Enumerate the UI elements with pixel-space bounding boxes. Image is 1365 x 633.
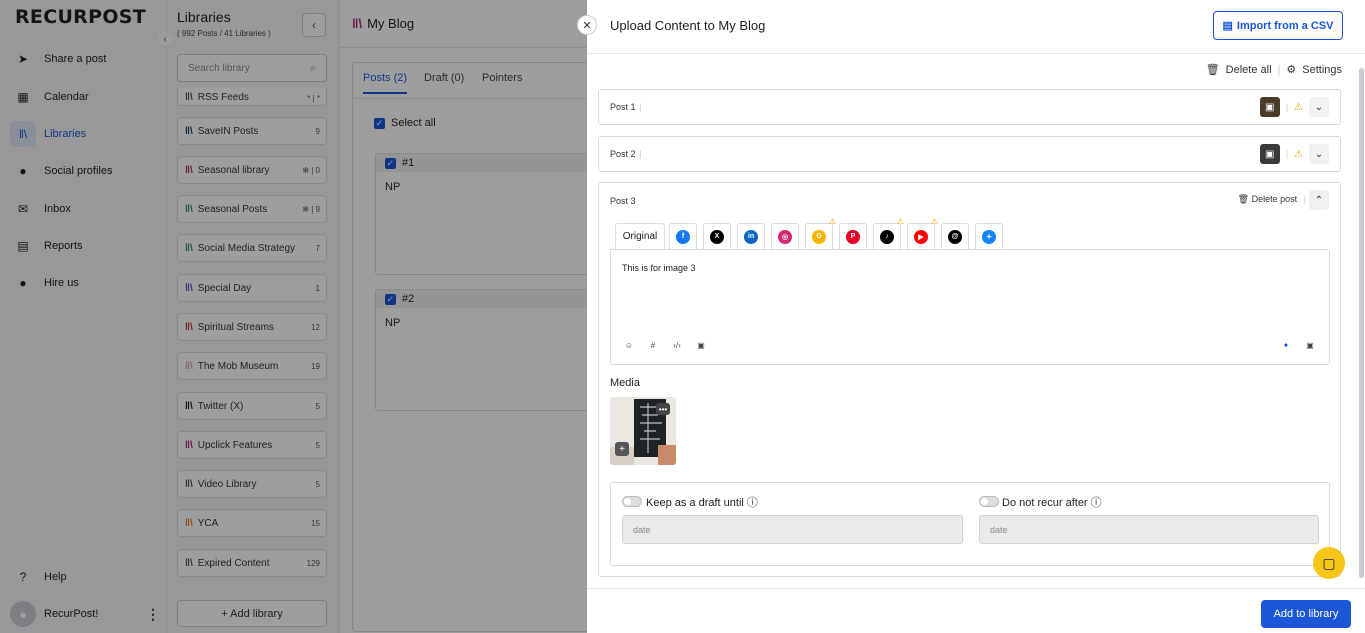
tab-bluesky[interactable]: ✦ <box>975 223 1003 249</box>
gear-icon: ⚙ <box>1286 64 1297 76</box>
post-3-expanded: Post 3 🗑 Delete post | ⌃ Original f Xin ◎ G… <box>598 182 1341 577</box>
post-text[interactable]: This is for image 3 <box>622 263 696 273</box>
add-to-library-button[interactable]: Add to library <box>1261 600 1351 628</box>
close-icon: ✕ <box>582 19 592 32</box>
facebook-icon: f <box>676 229 690 244</box>
info-icon[interactable]: ⓘ <box>1091 497 1102 509</box>
divider: | <box>639 149 642 159</box>
draft-label: Keep as a draft until ⓘ <box>646 494 758 510</box>
code-icon[interactable]: ‹/› <box>670 338 684 352</box>
post-label: Post 1 <box>610 102 636 112</box>
media-label: Media <box>610 377 640 389</box>
delete-post-label: Delete post <box>1251 194 1298 204</box>
image-thumbnail-icon[interactable]: ▣ <box>1259 97 1280 117</box>
close-drawer-button[interactable]: ✕ <box>577 15 597 35</box>
tiktok-icon: ♪ <box>880 229 894 244</box>
bluesky-icon: ✦ <box>982 229 996 244</box>
modal-overlay[interactable] <box>0 0 587 633</box>
recur-date-input[interactable]: date <box>979 515 1319 544</box>
warning-icon[interactable]: ⚠ <box>1294 102 1303 113</box>
tab-tiktok[interactable]: ♪ ⚠ <box>873 217 904 249</box>
chevron-down-icon[interactable]: ⌄ <box>1309 97 1329 117</box>
instagram-icon: ◎ <box>778 229 792 244</box>
drawer-scrollbar[interactable] <box>1359 68 1364 578</box>
trash-icon: 🗑 <box>1237 194 1250 204</box>
divider: | <box>1285 102 1289 112</box>
draft-label-text: Keep as a draft until <box>646 497 744 509</box>
delete-all-button[interactable]: Delete all <box>1226 64 1272 76</box>
draft-date-input[interactable]: date <box>622 515 963 544</box>
google-business-icon: G <box>812 229 826 244</box>
tab-threads[interactable]: @ <box>941 223 969 249</box>
delete-post-button[interactable]: 🗑 Delete post | <box>1238 194 1306 205</box>
info-icon[interactable]: ⓘ <box>747 497 758 509</box>
linkedin-icon: in <box>744 229 758 244</box>
warning-icon: ⚠ <box>896 217 904 226</box>
import-csv-button[interactable]: ▤ Import from a CSV <box>1213 11 1343 40</box>
tab-google-business[interactable]: G ⚠ <box>805 217 836 249</box>
tab-youtube[interactable]: ▶ ⚠ <box>907 217 938 249</box>
threads-icon: @ <box>948 229 962 244</box>
drawer-actions: 🗑 Delete all | ⚙ Settings <box>1205 63 1342 77</box>
divider: | <box>1277 63 1281 76</box>
tab-linkedin[interactable]: in <box>737 223 765 249</box>
warning-icon: ⚠ <box>930 217 938 226</box>
emoji-icon[interactable]: ☺ <box>622 338 636 352</box>
media-library-icon[interactable]: ▣ <box>694 338 708 352</box>
schedule-options: Keep as a draft until ⓘ date Do not recu… <box>610 482 1330 566</box>
post-label: Post 3 <box>610 196 636 206</box>
settings-button[interactable]: Settings <box>1302 64 1342 76</box>
upload-content-drawer: Upload Content to My Blog ▤ Import from … <box>587 0 1365 633</box>
tab-original[interactable]: Original <box>615 223 665 249</box>
recur-label-text: Do not recur after <box>1002 497 1088 509</box>
chevron-down-icon[interactable]: ⌄ <box>1309 144 1329 164</box>
drawer-header-divider <box>587 53 1365 54</box>
post-label: Post 2 <box>610 149 636 159</box>
hashtag-icon[interactable]: # <box>646 338 660 352</box>
drawer-footer-divider <box>587 588 1365 589</box>
divider: | <box>1303 194 1306 204</box>
chat-icon[interactable]: ▢ <box>1313 547 1345 579</box>
warning-icon: ⚠ <box>828 217 836 226</box>
divider: | <box>639 102 642 112</box>
pinterest-icon: P <box>846 229 860 244</box>
divider: | <box>1285 149 1289 159</box>
post-2-collapsed[interactable]: Post 2 | ▣ | ⚠ ⌄ <box>598 136 1341 172</box>
image-thumbnail-icon[interactable]: ▣ <box>1259 144 1280 164</box>
import-csv-label: Import from a CSV <box>1236 19 1334 32</box>
tab-instagram[interactable]: ◎ <box>771 223 799 249</box>
trash-icon: 🗑 <box>1205 64 1220 76</box>
post-1-collapsed[interactable]: Post 1 | ▣ | ⚠ ⌄ <box>598 89 1341 125</box>
warning-icon[interactable]: ⚠ <box>1294 149 1303 160</box>
image-upload-icon[interactable]: ▣ <box>1303 338 1317 352</box>
tab-pinterest[interactable]: P <box>839 223 867 249</box>
more-horizontal-icon[interactable]: ••• <box>656 403 670 415</box>
draft-toggle[interactable] <box>622 496 642 507</box>
tab-facebook[interactable]: f <box>669 223 697 249</box>
add-media-icon[interactable]: + <box>615 442 629 456</box>
file-icon: ▤ <box>1222 20 1233 32</box>
drawer-title: Upload Content to My Blog <box>610 18 766 33</box>
recur-label: Do not recur after ⓘ <box>1002 494 1102 510</box>
post-text-editor[interactable]: This is for image 3 ☺ # ‹/› ▣ ✦ ▣ <box>610 249 1330 365</box>
x-icon: X <box>710 229 724 244</box>
ai-sparkle-icon[interactable]: ✦ <box>1279 338 1293 352</box>
chevron-up-icon[interactable]: ⌃ <box>1309 190 1329 210</box>
media-thumbnail[interactable]: + ••• <box>610 397 676 465</box>
tab-x[interactable]: X <box>703 223 731 249</box>
youtube-icon: ▶ <box>914 229 928 244</box>
no-recur-toggle[interactable] <box>979 496 999 507</box>
